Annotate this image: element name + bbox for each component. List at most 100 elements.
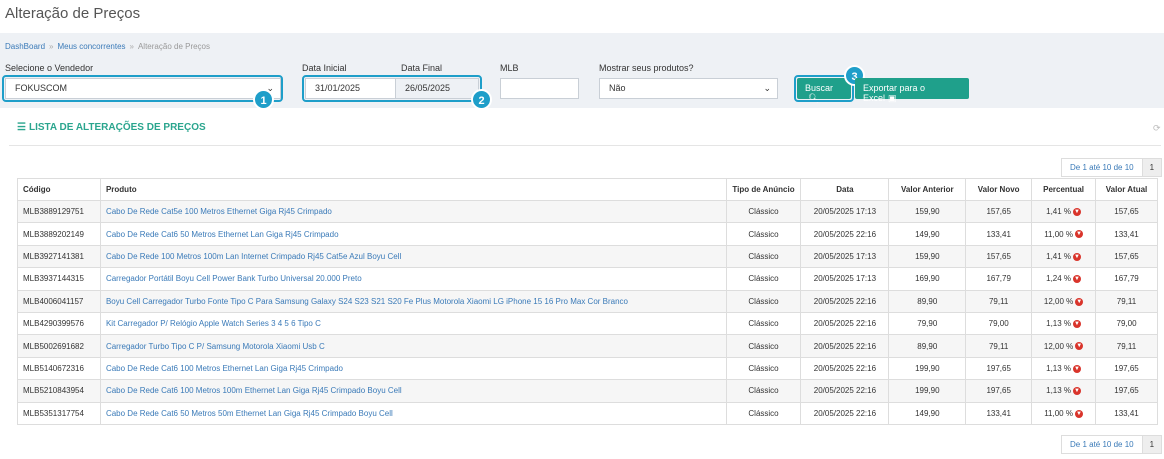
cell-tipo-text: Clássico	[748, 363, 779, 373]
cell-valor-novo-text: 197,65	[986, 386, 1011, 396]
cell-percentual: 1,24 % ▼	[1031, 267, 1097, 291]
cell-tipo: Clássico	[725, 289, 802, 313]
cell-valor-novo: 197,65	[965, 356, 1033, 381]
cell-percentual: 12,00 % ▼	[1031, 334, 1097, 358]
cell-valor-novo-text: 79,11	[988, 296, 1009, 306]
cell-valor-anterior: 199,90	[888, 379, 967, 403]
vendedor-label: Selecione o Vendedor	[5, 63, 94, 73]
cell-codigo-text: MLB4006041157	[23, 296, 84, 306]
cell-percentual-text: 1,13 %	[1046, 363, 1072, 373]
cell-data: 20/05/2025 22:16	[800, 289, 890, 313]
breadcrumb-separator: »	[129, 42, 134, 51]
cell-valor-anterior-text: 79,90	[917, 319, 938, 329]
exportar-excel-button[interactable]: Exportar para o Excel ▣	[855, 78, 969, 103]
cell-percentual: 1,41 % ▼	[1031, 199, 1097, 224]
product-link[interactable]: Cabo De Rede Cat6 100 Metros Ethernet La…	[99, 356, 727, 381]
cell-percentual-text: 1,13 %	[1046, 319, 1072, 329]
product-link[interactable]: Cabo De Rede Cat6 100 Metros 100m Ethern…	[99, 379, 727, 403]
cell-valor-anterior: 199,90	[888, 356, 967, 381]
step-badge-1: 1	[253, 89, 274, 110]
col-codigo[interactable]: Código	[17, 178, 101, 201]
cell-data: 20/05/2025 22:16	[800, 334, 890, 358]
cell-valor-novo-text: 133,41	[986, 229, 1011, 239]
arrow-down-circle-icon: ▼	[1073, 320, 1082, 329]
pagination-page-button[interactable]: 1	[1142, 435, 1163, 454]
product-link-text: Kit Carregador P/ Relógio Apple Watch Se…	[105, 319, 321, 329]
breadcrumb-separator: »	[49, 42, 54, 51]
table-header-row: Código Produto Tipo de Anúncio Data Valo…	[17, 178, 1158, 201]
cell-valor-atual-text: 79,00	[1116, 319, 1137, 329]
col-percentual[interactable]: Percentual	[1031, 178, 1097, 201]
cell-codigo: MLB3927141381	[17, 244, 101, 269]
cell-valor-novo: 167,79	[965, 267, 1033, 291]
cell-valor-novo: 79,11	[965, 334, 1033, 358]
cell-valor-atual-text: 167,79	[1114, 274, 1139, 284]
cell-valor-atual: 197,65	[1095, 379, 1158, 403]
col-valor-anterior[interactable]: Valor Anterior	[888, 178, 967, 201]
product-link-text: Cabo De Rede Cat6 100 Metros 100m Ethern…	[105, 386, 402, 396]
excel-icon: ▣	[888, 93, 897, 103]
col-tipo-anuncio[interactable]: Tipo de Anúncio	[725, 178, 802, 201]
product-link[interactable]: Boyu Cell Carregador Turbo Fonte Tipo C …	[99, 289, 727, 313]
cell-tipo: Clássico	[725, 311, 802, 336]
cell-tipo: Clássico	[725, 379, 802, 403]
cell-codigo-text: MLB5351317754	[23, 408, 84, 418]
cell-valor-anterior-text: 89,90	[917, 296, 938, 306]
cell-valor-anterior-text: 89,90	[917, 341, 938, 351]
cell-valor-novo: 79,11	[965, 289, 1033, 313]
breadcrumb: DashBoard» Meus concorrentes» Alteração de…	[5, 42, 210, 51]
arrow-down-circle-icon: ▼	[1075, 342, 1084, 351]
cell-valor-novo-text: 157,65	[986, 207, 1011, 217]
cell-tipo-text: Clássico	[748, 386, 779, 396]
cell-valor-anterior: 169,90	[888, 267, 967, 291]
cell-valor-anterior-text: 159,90	[915, 251, 940, 261]
breadcrumb-dashboard[interactable]: DashBoard	[5, 42, 45, 51]
cell-valor-anterior: 149,90	[888, 401, 967, 425]
mlb-input[interactable]	[500, 78, 579, 99]
mostrar-select[interactable]: Não ⌄	[599, 78, 778, 99]
cell-valor-anterior-text: 149,90	[915, 408, 940, 418]
cell-valor-anterior: 159,90	[888, 199, 967, 224]
arrow-down-circle-icon: ▼	[1075, 297, 1084, 306]
product-link[interactable]: Carregador Portátil Boyu Cell Power Bank…	[99, 267, 727, 291]
chevron-down-icon: ⌄	[763, 83, 771, 93]
cell-valor-anterior-text: 199,90	[915, 363, 940, 373]
pagination-page-button[interactable]: 1	[1142, 158, 1163, 177]
cell-codigo: MLB5140672316	[17, 356, 101, 381]
highlight-vendedor	[2, 75, 283, 102]
col-data[interactable]: Data	[800, 178, 890, 201]
cell-valor-atual-text: 79,11	[1116, 296, 1137, 306]
cell-tipo: Clássico	[725, 334, 802, 358]
product-link[interactable]: Cabo De Rede Cat6 50 Metros 50m Ethernet…	[99, 401, 727, 425]
col-valor-atual[interactable]: Valor Atual	[1095, 178, 1158, 201]
cell-codigo: MLB5351317754	[17, 401, 101, 425]
table-row: MLB3937144315 Carregador Portátil Boyu Ce…	[17, 267, 1158, 291]
cell-data-text: 20/05/2025 22:16	[813, 296, 877, 306]
product-link[interactable]: Cabo De Rede Cat6 50 Metros Ethernet Lan…	[99, 222, 727, 246]
product-link[interactable]: Cabo De Rede Cat5e 100 Metros Ethernet G…	[99, 199, 727, 224]
cell-percentual: 1,41 % ▼	[1031, 244, 1097, 269]
cell-percentual: 12,00 % ▼	[1031, 289, 1097, 313]
col-produto[interactable]: Produto	[99, 178, 727, 201]
col-valor-novo[interactable]: Valor Novo	[965, 178, 1033, 201]
cell-percentual: 1,13 % ▼	[1031, 356, 1097, 381]
cell-valor-novo-text: 167,79	[986, 274, 1011, 284]
cell-valor-anterior: 159,90	[888, 244, 967, 269]
pagination-top: De 1 até 10 de 10 1	[1061, 158, 1163, 177]
cell-percentual: 1,13 % ▼	[1031, 311, 1097, 336]
cell-percentual-text: 1,24 %	[1046, 274, 1072, 284]
product-link[interactable]: Carregador Turbo Tipo C P/ Samsung Motor…	[99, 334, 727, 358]
cell-valor-atual-text: 157,65	[1114, 207, 1139, 217]
table-row: MLB4290399576 Kit Carregador P/ Relógio A…	[17, 311, 1158, 336]
arrow-down-circle-icon: ▼	[1073, 364, 1082, 373]
cell-percentual-text: 1,13 %	[1046, 386, 1072, 396]
cell-codigo: MLB5002691682	[17, 334, 101, 358]
cell-tipo-text: Clássico	[748, 319, 779, 329]
product-link[interactable]: Kit Carregador P/ Relógio Apple Watch Se…	[99, 311, 727, 336]
cell-valor-atual: 79,11	[1095, 289, 1158, 313]
cell-data: 20/05/2025 22:16	[800, 401, 890, 425]
breadcrumb-concorrentes[interactable]: Meus concorrentes	[57, 42, 125, 51]
refresh-icon[interactable]: ⟳	[1153, 123, 1161, 134]
product-link-text: Cabo De Rede 100 Metros 100m Lan Interne…	[105, 251, 402, 261]
product-link[interactable]: Cabo De Rede 100 Metros 100m Lan Interne…	[99, 244, 727, 269]
